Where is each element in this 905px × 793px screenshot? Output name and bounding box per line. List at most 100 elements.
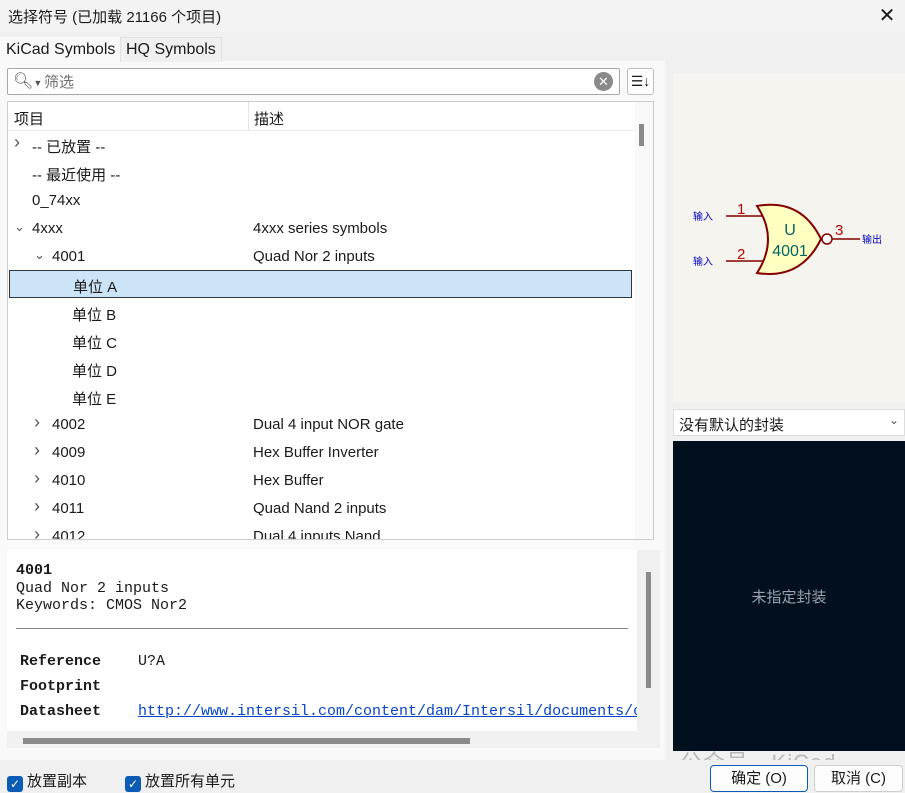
- title-bar: 选择符号 (已加载 21166 个项目) ✕: [0, 0, 905, 32]
- nor-gate-symbol: 1 2 3 输入 输入 输出 U 4001: [693, 201, 882, 275]
- tree-row[interactable]: 单位 B: [8, 299, 635, 327]
- tree-row[interactable]: › 4009 Hex Buffer Inverter: [8, 439, 635, 467]
- column-header-item[interactable]: 项目: [14, 108, 44, 129]
- checkbox-label: 放置所有单元: [145, 773, 236, 790]
- place-all-units-checkbox[interactable]: ✓ 放置所有单元: [125, 770, 235, 792]
- tree-row-description: Quad Nand 2 inputs: [253, 500, 387, 517]
- tree-row-description: Hex Buffer Inverter: [253, 444, 379, 461]
- tree-row-name: 单位 B: [72, 307, 117, 324]
- chevron-right-icon[interactable]: ›: [34, 440, 40, 461]
- tree-row[interactable]: › 4012 Dual 4 inputs Nand: [8, 523, 635, 540]
- tree-row[interactable]: 0_74xx: [8, 187, 635, 215]
- field-label-reference: Reference: [20, 653, 102, 670]
- tab-hq-symbols[interactable]: HQ Symbols: [120, 37, 222, 62]
- tree-row[interactable]: ⌄ 4xxx 4xxx series symbols: [8, 215, 635, 243]
- field-label-datasheet: Datasheet: [20, 703, 102, 720]
- tree-row[interactable]: ⌄ 4001 Quad Nor 2 inputs: [8, 243, 635, 271]
- tree-row-name: 4010: [52, 472, 86, 489]
- checkbox-checked-icon: ✓: [7, 776, 23, 792]
- tree-row[interactable]: › 4002 Dual 4 input NOR gate: [8, 411, 635, 439]
- symbol-value: 4001: [772, 243, 808, 260]
- sort-icon: ☰↓: [630, 73, 651, 89]
- tree-row-description: 4xxx series symbols: [253, 220, 388, 237]
- pin-number-1: 1: [737, 201, 745, 218]
- window-title: 选择符号 (已加载 21166 个项目): [8, 9, 222, 26]
- clear-icon[interactable]: ✕: [594, 72, 613, 91]
- footprint-empty-text: 未指定封装: [751, 589, 827, 606]
- chevron-right-icon[interactable]: ›: [34, 468, 40, 489]
- column-header-description[interactable]: 描述: [254, 108, 284, 129]
- symbol-keywords: Keywords: CMOS Nor2: [16, 597, 188, 614]
- chevron-right-icon[interactable]: ›: [34, 524, 40, 539]
- chevron-down-icon[interactable]: ⌄: [34, 247, 45, 263]
- field-value-reference: U?A: [138, 653, 166, 670]
- tree-row[interactable]: › 4010 Hex Buffer: [8, 467, 635, 495]
- tree-row-name: 4011: [52, 500, 85, 517]
- tree-row[interactable]: 单位 C: [8, 327, 635, 355]
- chevron-right-icon[interactable]: ›: [34, 412, 40, 433]
- details-panel: 4001 Quad Nor 2 inputs Keywords: CMOS No…: [7, 550, 660, 748]
- vertical-scrollbar[interactable]: [635, 102, 653, 539]
- datasheet-link[interactable]: http://www.intersil.com/content/dam/Inte…: [138, 703, 637, 720]
- place-copies-checkbox[interactable]: ✓ 放置副本: [7, 770, 87, 792]
- tree-row-name: -- 最近使用 --: [32, 167, 121, 184]
- chevron-down-icon: ⌄: [888, 413, 899, 427]
- checkbox-label: 放置副本: [27, 773, 88, 790]
- field-label-footprint: Footprint: [20, 678, 102, 695]
- search-input[interactable]: [44, 72, 584, 92]
- tree-row-name: 单位 D: [72, 363, 118, 380]
- tree-row[interactable]: › 4011 Quad Nand 2 inputs: [8, 495, 635, 523]
- scrollbar-thumb[interactable]: [639, 124, 644, 146]
- pin-number-3: 3: [835, 222, 843, 239]
- close-icon[interactable]: ✕: [875, 3, 899, 28]
- tree-row-name: 单位 E: [72, 391, 117, 408]
- ok-button[interactable]: 确定 (O): [710, 765, 808, 792]
- tree-row-name: 0_74xx: [32, 192, 81, 209]
- tree-row[interactable]: 单位 A: [9, 270, 632, 298]
- symbol-description: Quad Nor 2 inputs: [16, 580, 170, 597]
- tree-row-description: Dual 4 input NOR gate: [253, 416, 404, 433]
- footprint-select[interactable]: 没有默认的封装 ⌄: [673, 409, 905, 436]
- pin-name-3: 输出: [862, 233, 882, 246]
- details-horizontal-scrollbar[interactable]: [23, 738, 470, 744]
- tree-row-description: Dual 4 inputs Nand: [253, 528, 381, 540]
- tree-row-name: 4xxx: [32, 220, 63, 237]
- tree-row-description: Quad Nor 2 inputs: [253, 248, 375, 265]
- symbol-reference: U: [784, 222, 796, 239]
- tree-row-description: Hex Buffer: [253, 472, 324, 489]
- tree-row-name: 单位 A: [73, 279, 118, 296]
- chevron-right-icon[interactable]: ›: [14, 132, 20, 153]
- tree-row[interactable]: 单位 D: [8, 355, 635, 383]
- chevron-down-icon[interactable]: ⌄: [14, 219, 25, 235]
- pin-name-1: 输入: [693, 210, 713, 223]
- symbol-preview: 1 2 3 输入 输入 输出 U 4001: [673, 73, 905, 403]
- pin-name-2: 输入: [693, 255, 713, 268]
- symbol-name: 4001: [16, 562, 53, 579]
- search-field[interactable]: 🔍︎▼ ✕: [7, 68, 620, 95]
- footprint-select-value: 没有默认的封装: [679, 417, 785, 434]
- tree-row-name: 4002: [52, 416, 86, 433]
- cancel-button[interactable]: 取消 (C): [814, 765, 903, 792]
- tab-kicad-symbols[interactable]: KiCad Symbols: [0, 37, 122, 62]
- divider: [16, 628, 628, 629]
- details-vertical-scrollbar[interactable]: [646, 572, 651, 688]
- symbol-tree[interactable]: 项目 描述 › -- 已放置 -- -- 最近使用 -- 0_74xx ⌄ 4xxx 4xx…: [7, 101, 654, 540]
- search-icon[interactable]: 🔍︎▼: [13, 71, 42, 91]
- tree-row-name: 4001: [52, 248, 86, 265]
- tree-row-name: 4009: [52, 444, 86, 461]
- tree-row-name: 单位 C: [72, 335, 118, 352]
- details-content: 4001 Quad Nor 2 inputs Keywords: CMOS No…: [7, 550, 637, 731]
- pin-number-2: 2: [737, 246, 745, 263]
- tree-header: 项目 描述: [8, 102, 635, 131]
- gate-body: [755, 203, 823, 275]
- sort-button[interactable]: ☰↓: [627, 68, 654, 95]
- inversion-bubble: [821, 233, 833, 245]
- tree-row-name: 4012: [52, 528, 86, 540]
- checkbox-checked-icon: ✓: [125, 776, 141, 792]
- tree-row[interactable]: 单位 E: [8, 383, 635, 411]
- tree-row[interactable]: -- 最近使用 --: [8, 159, 635, 187]
- tree-row-name: -- 已放置 --: [32, 139, 106, 156]
- column-divider[interactable]: [248, 102, 249, 131]
- chevron-right-icon[interactable]: ›: [34, 496, 40, 517]
- tree-row[interactable]: › -- 已放置 --: [8, 131, 635, 159]
